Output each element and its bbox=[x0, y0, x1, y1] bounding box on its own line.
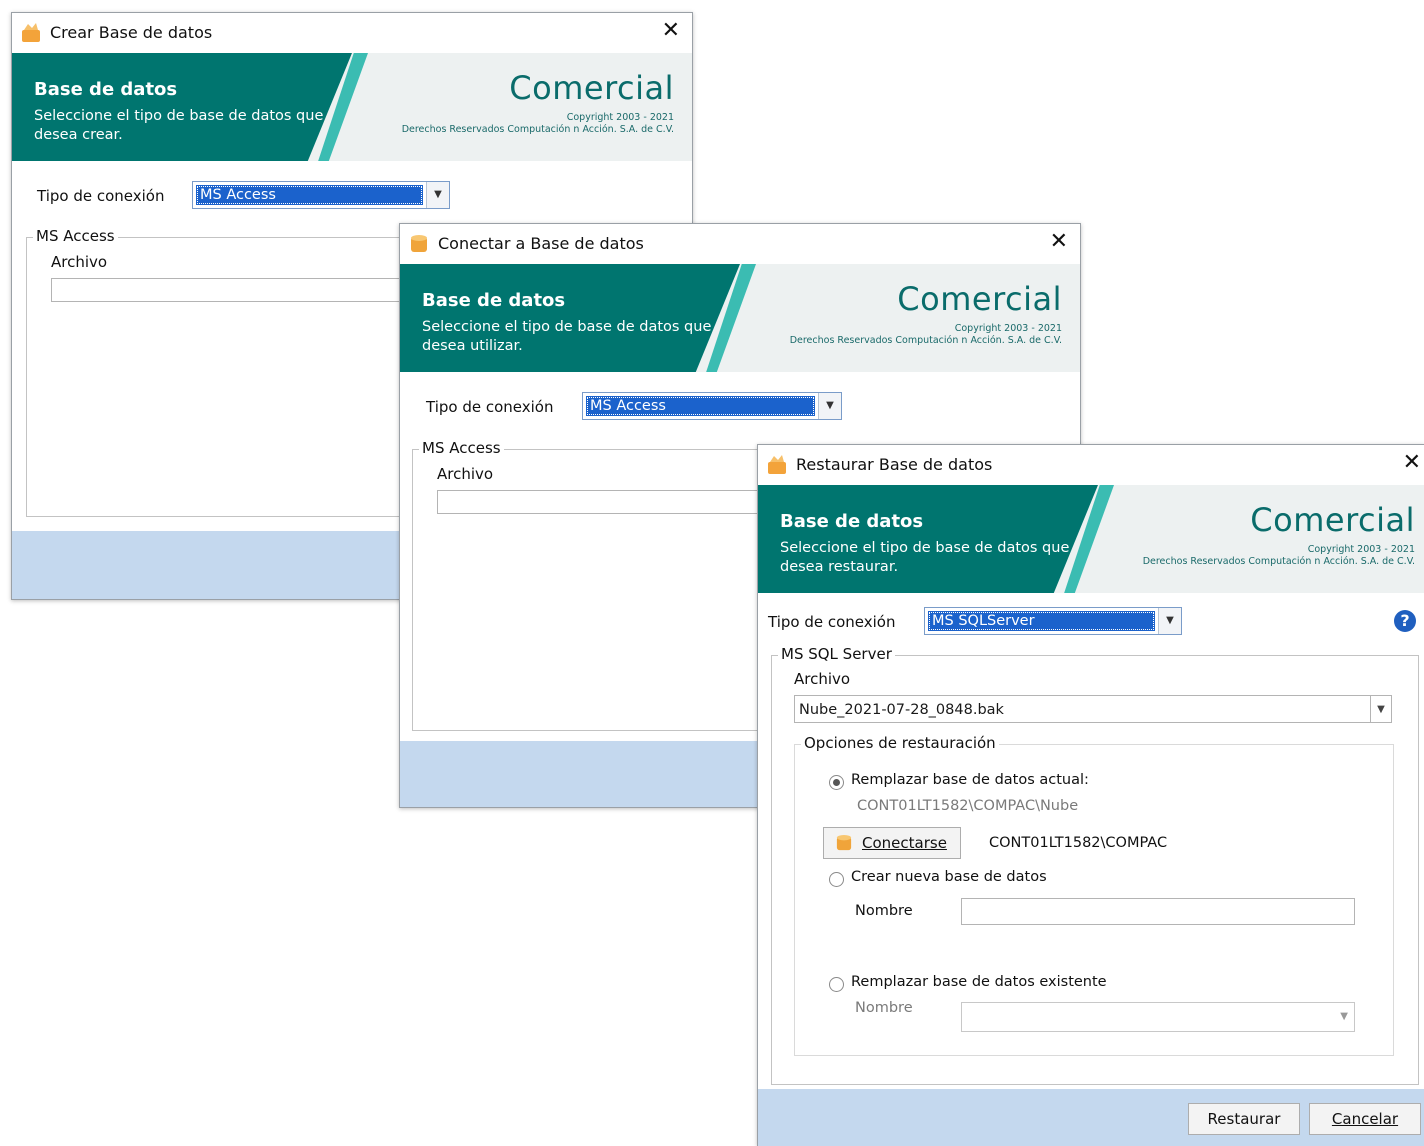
app-icon bbox=[768, 455, 786, 474]
database-icon bbox=[836, 835, 852, 851]
replace-current-radio[interactable] bbox=[829, 775, 844, 790]
file-label: Archivo bbox=[794, 670, 851, 688]
chevron-down-icon[interactable]: ▼ bbox=[1370, 696, 1391, 722]
group-label: MS SQL Server bbox=[778, 645, 895, 663]
chevron-down-icon[interactable]: ▼ bbox=[1158, 608, 1181, 634]
close-icon[interactable]: ✕ bbox=[1050, 230, 1068, 254]
brand-logo: Comercial bbox=[897, 280, 1062, 318]
footer-bar: Restaurar Cancelar bbox=[758, 1089, 1424, 1146]
header-banner: Base de datos Seleccione el tipo de base… bbox=[400, 264, 1080, 372]
connection-type-select[interactable]: MS Access ▼ bbox=[192, 181, 450, 209]
title-bar: Crear Base de datos ✕ bbox=[12, 13, 692, 53]
restore-options-group: Opciones de restauración Remplazar base … bbox=[794, 734, 1394, 1056]
connection-type-label: Tipo de conexión bbox=[426, 398, 554, 416]
chevron-down-icon[interactable]: ▼ bbox=[818, 393, 841, 419]
file-select[interactable]: Nube_2021-07-28_0848.bak ▼ bbox=[794, 695, 1392, 723]
banner-subtitle: Seleccione el tipo de base de datos que … bbox=[422, 319, 712, 354]
new-db-name-input[interactable] bbox=[961, 898, 1355, 925]
restaurar-base-datos-dialog: Restaurar Base de datos ✕ Base de datos … bbox=[757, 444, 1424, 1146]
banner-title: Base de datos bbox=[34, 79, 178, 100]
brand-logo: Comercial bbox=[509, 69, 674, 107]
header-banner: Base de datos Seleccione el tipo de base… bbox=[12, 53, 692, 161]
existing-db-select[interactable]: ▼ bbox=[961, 1002, 1355, 1032]
copyright-text: Copyright 2003 - 2021 Derechos Reservados… bbox=[1142, 544, 1415, 567]
chevron-down-icon[interactable]: ▼ bbox=[426, 182, 449, 208]
connection-type-label: Tipo de conexión bbox=[37, 187, 165, 205]
banner-subtitle: Seleccione el tipo de base de datos que … bbox=[780, 540, 1070, 575]
connect-button[interactable]: Conectarse bbox=[823, 827, 961, 859]
current-db-path: CONT01LT1582\COMPAC\Nube bbox=[857, 798, 1079, 814]
title-bar: Restaurar Base de datos ✕ bbox=[758, 445, 1424, 485]
cancel-button[interactable]: Cancelar bbox=[1309, 1103, 1421, 1135]
connection-type-select[interactable]: MS SQLServer ▼ bbox=[924, 607, 1182, 635]
banner-subtitle: Seleccione el tipo de base de datos que … bbox=[34, 108, 324, 143]
brand-logo: Comercial bbox=[1250, 501, 1415, 539]
database-icon bbox=[411, 235, 427, 252]
replace-existing-label: Remplazar base de datos existente bbox=[851, 974, 1107, 990]
window-title: Conectar a Base de datos bbox=[438, 234, 644, 253]
title-bar: Conectar a Base de datos ✕ bbox=[400, 224, 1080, 264]
replace-existing-radio[interactable] bbox=[829, 977, 844, 992]
copyright-text: Copyright 2003 - 2021 Derechos Reservados… bbox=[401, 112, 674, 135]
group-label: MS Access bbox=[419, 439, 504, 457]
name-label-existing: Nombre bbox=[855, 1000, 913, 1016]
app-icon bbox=[22, 23, 40, 42]
group-label: Opciones de restauración bbox=[801, 734, 999, 752]
name-label: Nombre bbox=[855, 903, 913, 919]
file-label: Archivo bbox=[437, 465, 494, 483]
header-banner: Base de datos Seleccione el tipo de base… bbox=[758, 485, 1424, 593]
window-title: Crear Base de datos bbox=[50, 23, 213, 42]
close-icon[interactable]: ✕ bbox=[662, 19, 680, 43]
help-icon[interactable]: ? bbox=[1394, 610, 1416, 632]
close-icon[interactable]: ✕ bbox=[1403, 451, 1421, 475]
replace-current-label: Remplazar base de datos actual: bbox=[851, 772, 1089, 788]
create-new-label: Crear nueva base de datos bbox=[851, 869, 1047, 885]
banner-title: Base de datos bbox=[422, 290, 566, 311]
connection-type-label: Tipo de conexión bbox=[768, 613, 896, 631]
copyright-text: Copyright 2003 - 2021 Derechos Reservados… bbox=[789, 323, 1062, 346]
restore-button[interactable]: Restaurar bbox=[1188, 1103, 1300, 1135]
connection-type-select[interactable]: MS Access ▼ bbox=[582, 392, 842, 420]
server-name: CONT01LT1582\COMPAC bbox=[989, 835, 1168, 851]
ms-sql-server-group: MS SQL Server Archivo Nube_2021-07-28_08… bbox=[771, 645, 1419, 1085]
group-label: MS Access bbox=[33, 227, 118, 245]
create-new-radio[interactable] bbox=[829, 872, 844, 887]
file-label: Archivo bbox=[51, 253, 108, 271]
banner-title: Base de datos bbox=[780, 511, 924, 532]
chevron-down-icon[interactable]: ▼ bbox=[1340, 1005, 1348, 1029]
window-title: Restaurar Base de datos bbox=[796, 455, 993, 474]
